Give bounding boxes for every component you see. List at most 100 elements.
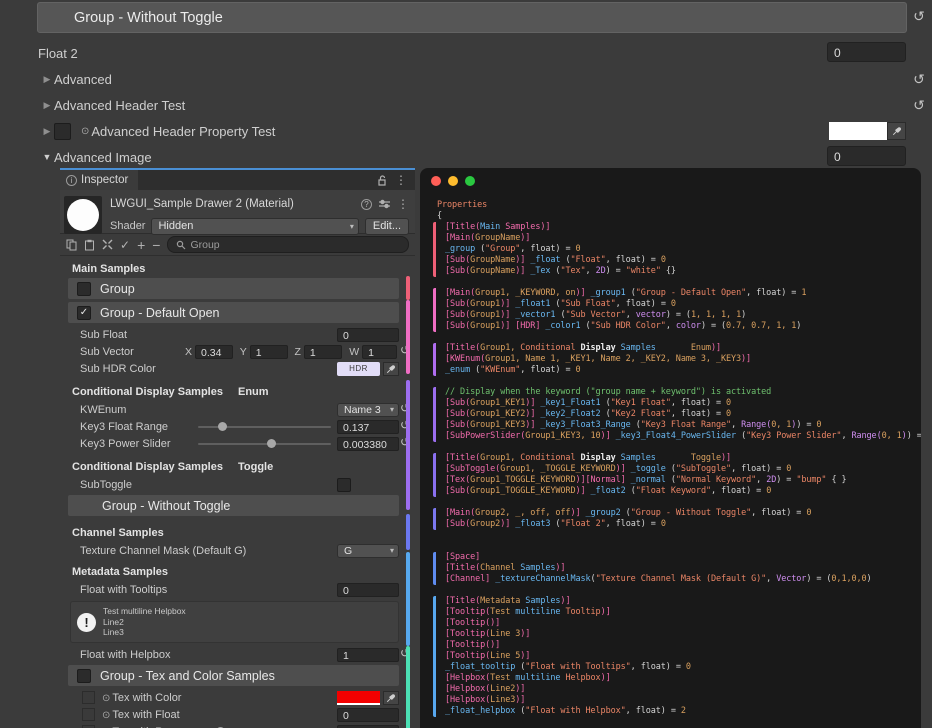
color-swatch[interactable] — [829, 122, 887, 140]
checkbox[interactable] — [77, 669, 91, 683]
code-line: [Main(GroupName)] — [445, 233, 921, 244]
foldout-label[interactable]: Advanced Header Test — [54, 98, 185, 113]
value-field[interactable]: 0.003380 — [337, 437, 399, 451]
value-field[interactable]: 0 — [827, 42, 906, 62]
vector-field[interactable]: 0.34 — [195, 345, 233, 359]
lock-icon[interactable] — [377, 175, 387, 186]
foldout-closed-icon[interactable]: ▶ — [40, 74, 54, 85]
copy-icon[interactable] — [66, 239, 77, 251]
vector-field[interactable]: 1 — [304, 345, 342, 359]
revert-icon[interactable]: ↺ — [910, 72, 928, 86]
paste-icon[interactable] — [84, 239, 95, 251]
value-field[interactable]: 0 — [827, 146, 906, 166]
helpbox-line: Test multiline Helpbox — [103, 606, 186, 617]
minus-icon[interactable]: − — [152, 238, 160, 252]
value-field[interactable]: 0.137 — [337, 420, 399, 434]
tab-inspector[interactable]: i Inspector — [60, 170, 138, 190]
kebab-menu-icon[interactable]: ⋮ — [397, 197, 409, 211]
section-header: Conditional Display Samples — [72, 461, 223, 473]
group-header-bar[interactable]: Group - Without Toggle — [68, 495, 399, 516]
group-header-bar[interactable]: Group - Tex and Color Samples — [68, 665, 399, 686]
revert-icon[interactable]: ↺ — [910, 9, 928, 23]
checkbox[interactable] — [337, 478, 351, 492]
color-swatch[interactable] — [337, 691, 380, 705]
zoom-button[interactable] — [465, 176, 475, 186]
foldout-label[interactable]: Advanced Image — [54, 150, 152, 165]
eyedropper-button[interactable] — [383, 362, 399, 376]
code-line: [SubPowerSlider(Group1_KEY3, 10)] _key3_… — [445, 431, 921, 442]
property-label: Sub Float — [80, 329, 337, 341]
shader-dropdown[interactable]: Hidden ▾ — [151, 218, 358, 235]
vector-field[interactable]: 1 — [250, 345, 288, 359]
code-line: _enum ("KWEnum", float) = 0 — [445, 365, 921, 376]
property-label: Float 2 — [38, 46, 78, 61]
code-line: [Tooltip(Test multiline Tooltip)] — [445, 607, 921, 618]
inspector-body: Main SamplesGroup✓Group - Default OpenSu… — [60, 256, 415, 728]
edit-shader-button[interactable]: Edit... — [365, 218, 409, 235]
code-line: [Sub(Group1)] _vector1 ("Sub Vector", ve… — [445, 310, 921, 321]
kebab-menu-icon[interactable]: ⋮ — [395, 173, 407, 187]
dropdown[interactable]: Name 3▾ — [337, 403, 399, 417]
code-line: [Tooltip(Line 5)] — [445, 651, 921, 662]
foldout-open-icon[interactable]: ▼ — [40, 152, 54, 162]
checkbox[interactable] — [77, 282, 91, 296]
foldout-closed-icon[interactable]: ▶ — [40, 100, 54, 111]
code-line: [Main(Group2, _, off, off)] _group2 ("Gr… — [445, 508, 921, 519]
foldout-label[interactable]: Advanced — [54, 72, 112, 87]
search-input[interactable]: Group — [167, 236, 409, 253]
target-icon: ⊙ — [102, 693, 110, 704]
group-header-bar[interactable]: Group — [68, 278, 399, 299]
screen: Group - Without Toggle ↺ Float 2 0 ▶ Adva… — [0, 0, 932, 728]
value-field[interactable]: 0 — [337, 725, 399, 728]
property-checkbox[interactable] — [54, 123, 71, 140]
value-field[interactable]: 1 — [337, 648, 399, 662]
tab-label: Inspector — [81, 174, 128, 186]
value-field[interactable]: 0 — [337, 708, 399, 722]
group-label: Group — [100, 282, 135, 296]
hdr-color-swatch[interactable]: HDR — [337, 362, 380, 376]
foldout-closed-icon[interactable]: ▶ — [40, 126, 54, 137]
code-line: [Tex(Group1_TOGGLE_KEYWORD)][Normal] _no… — [445, 475, 921, 486]
dropdown[interactable]: G▾ — [337, 544, 399, 558]
minimize-button[interactable] — [448, 176, 458, 186]
value-field[interactable]: 0 — [337, 328, 399, 342]
slider[interactable] — [220, 725, 331, 728]
code-line: { — [437, 211, 921, 222]
code-line: [Title(Group1, Conditional Display Sampl… — [445, 343, 921, 354]
code-line: [Sub(Group1)] _float1 ("Sub Float", floa… — [445, 299, 921, 310]
material-preview[interactable] — [64, 196, 102, 234]
group-without-toggle-header[interactable]: Group - Without Toggle — [37, 2, 907, 33]
slider[interactable] — [198, 420, 331, 434]
presets-icon[interactable] — [379, 199, 390, 209]
axis-label: Y — [240, 346, 247, 358]
foldout-label[interactable]: Advanced Header Property Test — [91, 124, 275, 139]
property-label: Float with Helpbox — [80, 649, 337, 661]
eyedropper-button[interactable] — [887, 122, 906, 140]
help-icon[interactable]: ? — [361, 199, 372, 210]
plus-icon[interactable]: + — [137, 238, 145, 252]
checkbox-checked[interactable]: ✓ — [77, 306, 91, 320]
vector-field[interactable]: 1 — [362, 345, 397, 359]
code-line: [Channel] _textureChannelMask("Texture C… — [445, 574, 921, 585]
code-line: [Sub(Group1)] [HDR] _color1 ("Sub HDR Co… — [445, 321, 921, 332]
search-icon — [176, 240, 186, 250]
slider[interactable] — [198, 437, 331, 451]
target-icon: ⊙ — [81, 126, 89, 137]
section-subheader: Enum — [238, 386, 269, 398]
property-label: Sub HDR Color — [80, 363, 337, 375]
eyedropper-button[interactable] — [383, 691, 399, 705]
group-header-bar[interactable]: ✓Group - Default Open — [68, 302, 399, 323]
texture-slot[interactable] — [82, 708, 95, 721]
close-button[interactable] — [431, 176, 441, 186]
code-line: _float_helpbox ("Float with Helpbox", fl… — [445, 706, 921, 717]
texture-slot[interactable] — [82, 691, 95, 704]
revert-icon[interactable]: ↺ — [910, 98, 928, 112]
collapse-icon[interactable] — [102, 239, 113, 250]
property-label: Float with Tooltips — [80, 584, 337, 596]
value-field[interactable]: 0 — [337, 583, 399, 597]
property-label: Key3 Float Range — [80, 421, 198, 433]
search-value: Group — [190, 239, 219, 251]
code-line: [Tooltip(Line 3)] — [445, 629, 921, 640]
code-line: // Display when the keyword ("group name… — [445, 387, 921, 398]
checkmark-icon[interactable]: ✓ — [120, 239, 130, 251]
